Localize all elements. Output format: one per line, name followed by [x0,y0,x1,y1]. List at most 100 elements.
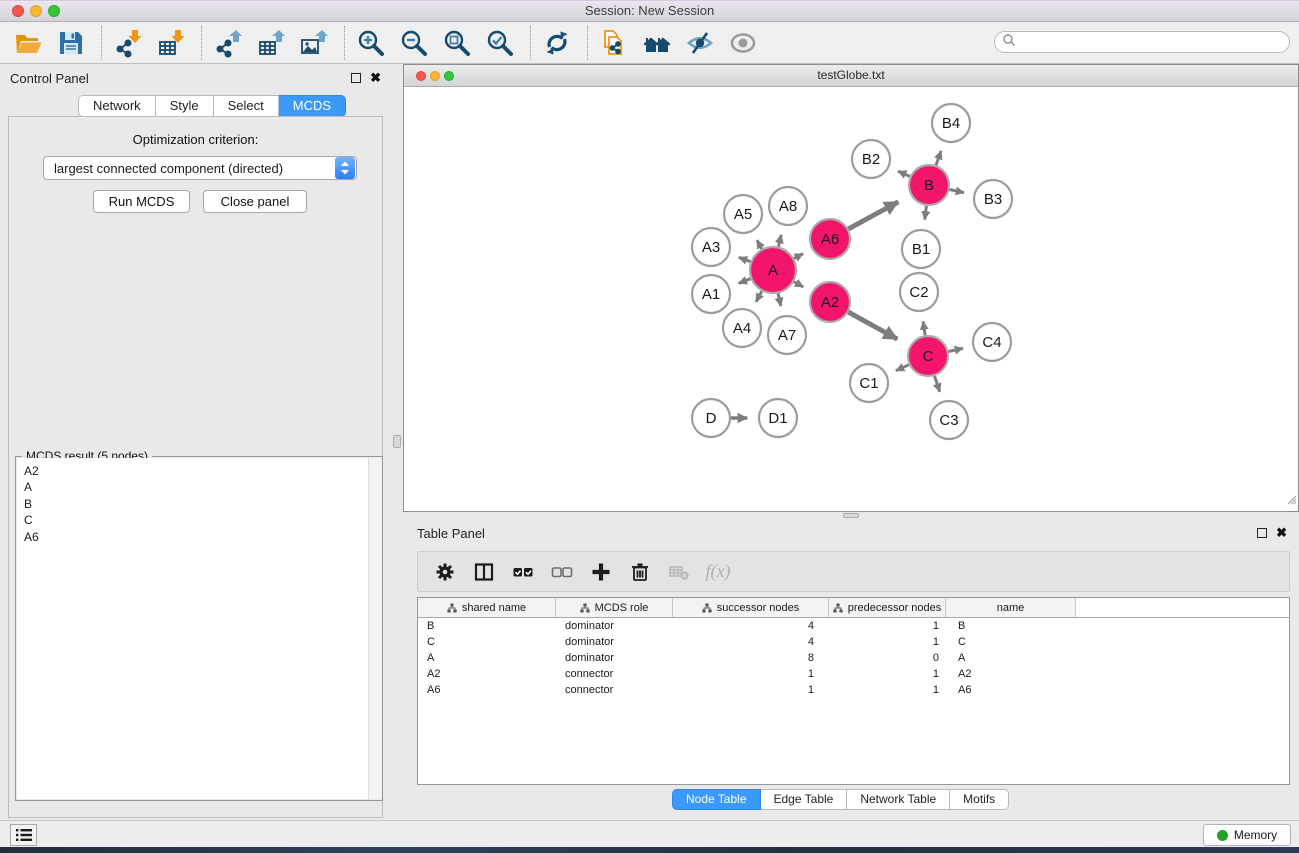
graph-edge-A-A6[interactable] [794,254,803,259]
float-panel-icon[interactable] [351,73,361,83]
graph-edge-A-A8[interactable] [779,235,782,247]
graph-edge-A-A5[interactable] [757,240,762,249]
minimize-network-icon[interactable] [430,71,440,81]
open-session-icon[interactable] [12,27,44,59]
show-panel-icon[interactable] [727,27,759,59]
tab-network[interactable]: Network [78,95,156,117]
graph-node-A2[interactable]: A2 [810,282,850,322]
graph-node-A[interactable]: A [750,247,796,293]
close-network-icon[interactable] [416,71,426,81]
graph-edge-A-A3[interactable] [739,257,751,261]
graph-node-C4[interactable]: C4 [973,323,1011,361]
graph-edge-B-B1[interactable] [925,206,927,220]
graph-node-A3[interactable]: A3 [692,228,730,266]
graph-node-A8[interactable]: A8 [769,187,807,225]
table-cell[interactable]: connector [556,684,673,696]
export-network-icon[interactable] [212,27,244,59]
table-cell[interactable]: A2 [946,668,1076,680]
table-cell[interactable]: A [418,652,556,664]
table-cell[interactable]: connector [556,668,673,680]
tab-select[interactable]: Select [214,95,279,117]
graph-edge-B-B4[interactable] [936,151,941,165]
tab-edge-table[interactable]: Edge Table [761,789,848,810]
add-column-icon[interactable] [588,559,614,585]
memory-button[interactable]: Memory [1203,824,1291,846]
graph-edge-C-C2[interactable] [923,321,925,335]
criterion-dropdown[interactable]: largest connected component (directed) [43,156,357,180]
maximize-network-icon[interactable] [444,71,454,81]
close-panel-icon[interactable]: ✖ [1276,528,1287,538]
horizontal-splitter[interactable] [403,512,1299,520]
zoom-selected-icon[interactable] [484,27,516,59]
network-canvas[interactable]: AA1A2A3A4A5A6A7A8BB1B2B3B4CC1C2C3C4DD1 [404,87,1298,511]
import-table-icon[interactable] [155,27,187,59]
zoom-out-icon[interactable] [398,27,430,59]
export-image-icon[interactable] [298,27,330,59]
result-scrollbar[interactable] [368,458,381,799]
table-cell[interactable]: dominator [556,636,673,648]
column-header-MCDS-role[interactable]: MCDS role [556,598,673,617]
export-table-icon[interactable] [255,27,287,59]
maximize-window-icon[interactable] [48,5,60,17]
graph-edge-A2-C[interactable] [848,312,897,339]
tab-network-table[interactable]: Network Table [847,789,950,810]
graph-edge-A-A7[interactable] [778,294,781,307]
splitter-handle[interactable] [393,435,401,448]
graph-node-C1[interactable]: C1 [850,364,888,402]
table-row[interactable]: A2connector11A2 [418,666,1289,682]
table-cell[interactable]: B [946,620,1076,632]
hide-panel-icon[interactable] [684,27,716,59]
tab-mcds[interactable]: MCDS [279,95,346,117]
table-row[interactable]: Adominator80A [418,650,1289,666]
minimize-window-icon[interactable] [30,5,42,17]
task-history-button[interactable] [10,824,37,846]
network-graph[interactable]: AA1A2A3A4A5A6A7A8BB1B2B3B4CC1C2C3C4DD1 [404,87,1298,512]
zoom-fit-icon[interactable] [441,27,473,59]
table-cell[interactable]: 1 [673,684,829,696]
graph-node-C3[interactable]: C3 [930,401,968,439]
tab-node-table[interactable]: Node Table [672,789,761,810]
table-cell[interactable]: 1 [829,668,946,680]
graph-edge-A-A4[interactable] [756,291,762,302]
deselect-all-icon[interactable] [549,559,575,585]
table-cell[interactable]: 1 [829,636,946,648]
graph-edge-C-C1[interactable] [896,365,909,371]
graph-node-B3[interactable]: B3 [974,180,1012,218]
table-cell[interactable]: C [946,636,1076,648]
graph-edge-C-C4[interactable] [949,348,964,351]
table-settings-gear-icon[interactable] [432,559,458,585]
clone-network-icon[interactable] [598,27,630,59]
graph-node-B1[interactable]: B1 [902,230,940,268]
vertical-splitter[interactable] [391,64,403,820]
run-mcds-button[interactable]: Run MCDS [93,190,190,213]
graph-node-C2[interactable]: C2 [900,273,938,311]
table-cell[interactable]: A6 [418,684,556,696]
zoom-in-icon[interactable] [355,27,387,59]
table-cell[interactable]: A6 [946,684,1076,696]
select-all-icon[interactable] [510,559,536,585]
graph-node-B[interactable]: B [909,165,949,205]
graph-edge-B-B3[interactable] [950,190,965,193]
graph-node-A4[interactable]: A4 [723,309,761,347]
table-cell[interactable]: 4 [673,636,829,648]
table-cell[interactable]: 8 [673,652,829,664]
tab-motifs[interactable]: Motifs [950,789,1009,810]
graph-edge-B-B2[interactable] [898,171,910,176]
graph-node-A7[interactable]: A7 [768,316,806,354]
splitter-handle[interactable] [843,513,859,518]
graph-node-B2[interactable]: B2 [852,140,890,178]
table-cell[interactable]: 1 [829,684,946,696]
float-panel-icon[interactable] [1257,528,1267,538]
graph-node-D[interactable]: D [692,399,730,437]
table-cell[interactable]: 0 [829,652,946,664]
table-cell[interactable]: A2 [418,668,556,680]
graph-node-B4[interactable]: B4 [932,104,970,142]
delete-column-icon[interactable] [627,559,653,585]
table-cell[interactable]: dominator [556,620,673,632]
graph-node-D1[interactable]: D1 [759,399,797,437]
graph-edge-A-A1[interactable] [739,279,751,284]
home-icon[interactable] [641,27,673,59]
column-header-predecessor-nodes[interactable]: predecessor nodes [829,598,946,617]
graph-edge-C-C3[interactable] [935,376,940,392]
table-cell[interactable]: dominator [556,652,673,664]
